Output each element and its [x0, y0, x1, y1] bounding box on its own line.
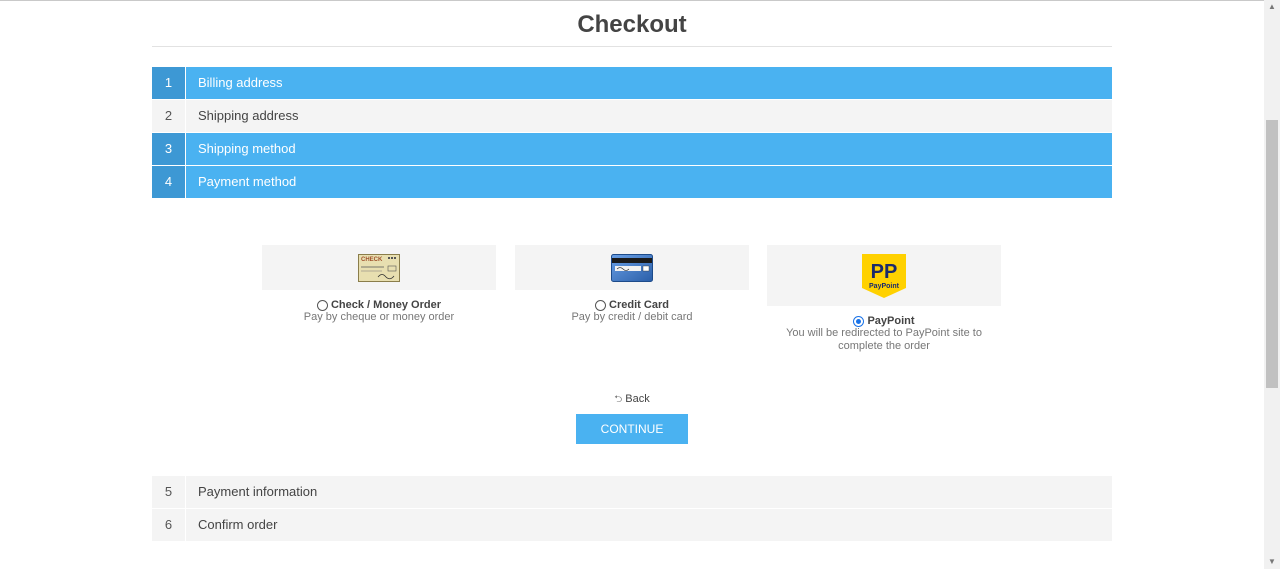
step-number: 2 — [152, 100, 186, 132]
credit-card-option[interactable]: Credit Card — [515, 299, 749, 311]
scroll-up-icon[interactable]: ▲ — [1264, 0, 1280, 14]
paypoint-image-box[interactable]: PP PayPoint — [767, 245, 1001, 306]
paypoint-radio[interactable] — [853, 315, 865, 327]
check-image-box[interactable]: CHECK — [262, 245, 496, 290]
step-confirm-order[interactable]: 6 Confirm order — [152, 509, 1112, 541]
step-shipping-method[interactable]: 3 Shipping method — [152, 133, 1112, 165]
step-label: Payment method — [198, 174, 297, 189]
step-payment-information[interactable]: 5 Payment information — [152, 476, 1112, 508]
svg-text:PP: PP — [871, 261, 898, 283]
step-label: Payment information — [198, 484, 318, 499]
step-number: 4 — [152, 166, 186, 198]
check-option[interactable]: Check / Money Order — [262, 299, 496, 311]
paypoint-option[interactable]: PayPoint — [767, 315, 1001, 327]
vertical-scrollbar[interactable]: ▲ ▼ — [1264, 0, 1280, 569]
check-radio[interactable] — [316, 299, 328, 311]
step-payment-method[interactable]: 4 Payment method — [152, 166, 1112, 198]
back-label: Back — [625, 393, 650, 405]
payment-methods: CHECK Check / Money Order Pay by cheque … — [152, 245, 1112, 405]
credit-card-radio[interactable] — [595, 299, 607, 311]
step-number: 1 — [152, 67, 186, 99]
back-link[interactable]: ⮌ Back — [0, 392, 1264, 409]
credit-card-label: Credit Card — [609, 299, 669, 311]
check-icon: CHECK — [358, 253, 400, 282]
payment-method-check[interactable]: CHECK Check / Money Order Pay by cheque … — [262, 245, 496, 324]
check-label: Check / Money Order — [330, 299, 442, 311]
page-title: Checkout — [152, 0, 1112, 47]
checkout-steps-remaining: 5 Payment information 6 Confirm order — [152, 476, 1112, 542]
step-label: Billing address — [198, 75, 283, 90]
continue-button[interactable]: Continue — [576, 414, 688, 444]
check-description: Pay by cheque or money order — [303, 311, 455, 323]
payment-method-paypoint[interactable]: PP PayPoint PayPoint You will be redirec… — [767, 245, 1001, 353]
credit-card-image-box[interactable] — [515, 245, 749, 290]
back-arrow-icon: ⮌ — [614, 394, 623, 405]
payment-method-credit-card[interactable]: Credit Card Pay by credit / debit card — [515, 245, 749, 324]
svg-text:CHECK: CHECK — [361, 257, 383, 263]
scroll-down-icon[interactable]: ▼ — [1264, 555, 1280, 569]
step-number: 6 — [152, 509, 186, 541]
step-label: Confirm order — [198, 517, 278, 532]
step-label: Shipping address — [198, 108, 299, 123]
paypoint-description: You will be redirected to PayPoint site … — [786, 327, 982, 352]
paypoint-logo-icon: PP PayPoint — [862, 253, 906, 298]
scroll-thumb[interactable] — [1266, 120, 1278, 388]
step-billing-address[interactable]: 1 Billing address — [152, 67, 1112, 99]
step-number: 5 — [152, 476, 186, 508]
step-shipping-address[interactable]: 2 Shipping address — [152, 100, 1112, 132]
checkout-page: Checkout 1 Billing address 2 Shipping ad… — [152, 0, 1112, 405]
credit-card-icon — [611, 253, 653, 282]
paypoint-label: PayPoint — [867, 315, 915, 327]
step-label: Shipping method — [198, 141, 296, 156]
svg-text:PayPoint: PayPoint — [869, 283, 900, 290]
checkout-steps: 1 Billing address 2 Shipping address 3 S… — [152, 67, 1112, 198]
credit-card-description: Pay by credit / debit card — [571, 311, 693, 323]
step-number: 3 — [152, 133, 186, 165]
